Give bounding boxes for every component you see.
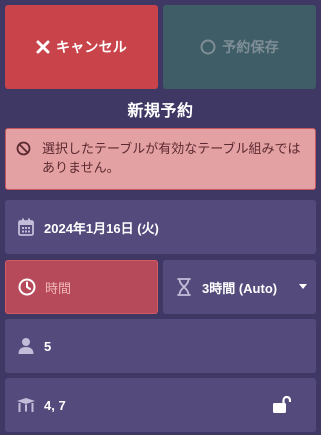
reservation-form: キャンセル 予約保存 新規予約 選択したテーブルが有効なテーブル組みではありませ… xyxy=(0,0,321,435)
clock-icon xyxy=(17,277,37,297)
cancel-button[interactable]: キャンセル xyxy=(5,5,158,89)
block-icon xyxy=(16,141,31,161)
time-placeholder: 時間 xyxy=(45,280,72,296)
calendar-icon xyxy=(16,217,36,237)
save-button-label: 予約保存 xyxy=(222,39,279,55)
close-icon xyxy=(36,40,50,54)
chevron-down-icon xyxy=(299,284,307,289)
hourglass-icon xyxy=(174,277,194,297)
duration-value: 3時間 (Auto) xyxy=(202,280,278,296)
tables-field[interactable]: 4, 7 xyxy=(5,378,316,432)
table-icon xyxy=(16,395,36,415)
date-field[interactable]: 2024年1月16日 (火) xyxy=(5,200,316,254)
cancel-button-label: キャンセル xyxy=(56,39,127,55)
tables-value: 4, 7 xyxy=(44,397,66,413)
circle-icon xyxy=(200,39,216,55)
error-alert: 選択したテーブルが有効なテーブル組みではありません。 xyxy=(5,128,316,190)
duration-select[interactable]: 3時間 (Auto) xyxy=(163,260,316,314)
date-value: 2024年1月16日 (火) xyxy=(44,220,159,236)
people-count-field[interactable]: 5 xyxy=(5,319,316,373)
time-field[interactable]: 時間 xyxy=(5,260,158,314)
save-reservation-button[interactable]: 予約保存 xyxy=(163,5,316,89)
person-icon xyxy=(16,336,36,356)
people-count-value: 5 xyxy=(44,338,52,354)
unlock-icon[interactable] xyxy=(271,395,292,415)
page-title: 新規予約 xyxy=(127,103,194,120)
error-message: 選択したテーブルが有効なテーブル組みではありません。 xyxy=(42,141,301,175)
